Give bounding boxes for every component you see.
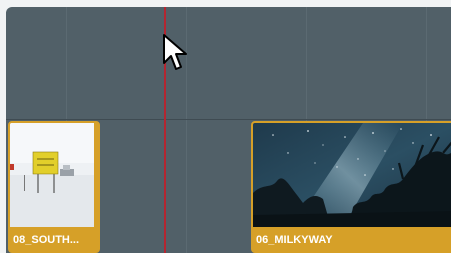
clip-label: 06_MILKYWAY	[256, 234, 333, 246]
track-divider	[6, 119, 451, 120]
timeline-panel: 08_SOUTH... 06_MILKYWAY	[0, 0, 451, 253]
clip-06-milkyway[interactable]: 06_MILKYWAY	[251, 121, 451, 253]
arrow-cursor-icon	[162, 33, 190, 77]
clip-thumbnail-milkyway	[253, 123, 451, 229]
clip-08-south[interactable]: 08_SOUTH...	[8, 121, 100, 253]
timeline-track-area[interactable]: 08_SOUTH... 06_MILKYWAY	[6, 7, 451, 253]
clip-label: 08_SOUTH...	[13, 234, 80, 246]
clip-thumbnail-snow	[10, 123, 98, 229]
